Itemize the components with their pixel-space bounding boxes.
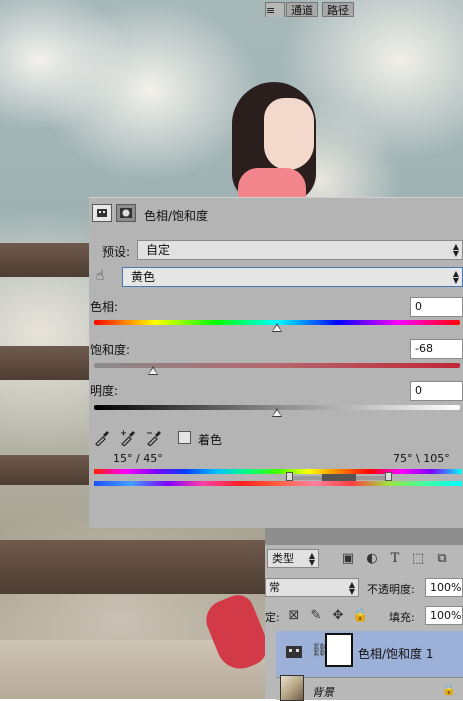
channel-value: 黄色 — [131, 270, 156, 284]
input-hue-bar — [94, 469, 462, 474]
layer-row[interactable] — [276, 677, 463, 700]
hue-value-field[interactable]: 0 — [410, 297, 463, 317]
saturation-slider-thumb[interactable] — [148, 366, 158, 375]
lightness-slider-thumb[interactable] — [272, 408, 282, 417]
tab-paths[interactable]: 路径 — [322, 2, 354, 17]
adjustment-layer-icon — [283, 643, 305, 661]
layers-panel-tabs — [265, 528, 463, 545]
hand-target-icon[interactable]: ☝ — [92, 268, 108, 284]
adjustment-icon[interactable] — [92, 204, 112, 222]
girl-face — [264, 98, 314, 170]
blend-mode-value: 常 — [269, 581, 280, 594]
preset-value: 自定 — [146, 243, 171, 257]
layer-name[interactable]: 背景 — [312, 684, 334, 700]
channel-select[interactable]: 黄色 ▲ ▼ — [122, 267, 463, 287]
saturation-value-field[interactable]: -68 — [410, 339, 463, 359]
select-arrows-icon: ▲ ▼ — [452, 269, 459, 285]
output-hue-bar — [94, 481, 462, 486]
lock-all-icon[interactable]: 🔒 — [352, 608, 368, 623]
saturation-label: 饱和度: — [90, 343, 131, 357]
range-center-block[interactable] — [322, 474, 356, 481]
lightness-value-field[interactable]: 0 — [410, 381, 463, 401]
select-arrows-icon: ▲ ▼ — [348, 580, 355, 596]
opacity-label: 不透明度: — [367, 583, 415, 596]
adjustment-filter-icon[interactable]: ◐ — [364, 551, 380, 566]
layer-mask-thumbnail[interactable] — [325, 633, 353, 667]
eyedropper-icon[interactable] — [94, 430, 110, 447]
lock-position-icon[interactable]: ✥ — [330, 608, 346, 623]
lock-label: 定: — [265, 611, 280, 624]
preset-label: 预设: — [102, 245, 131, 259]
tab-layers[interactable]: ≡ — [265, 2, 285, 17]
range-handle-left[interactable] — [286, 472, 293, 481]
fill-label: 填充: — [389, 611, 415, 624]
lightness-label: 明度: — [90, 384, 119, 398]
hue-slider-thumb[interactable] — [272, 323, 282, 332]
blend-mode-select[interactable]: 常 ▲ ▼ — [265, 578, 359, 597]
eyedropper-subtract-icon[interactable] — [146, 430, 162, 447]
girl-shirt — [238, 168, 306, 198]
fence-rail — [0, 540, 290, 594]
mask-icon[interactable] — [116, 204, 136, 222]
type-filter-icon[interactable]: T — [387, 551, 403, 566]
hue-label: 色相: — [90, 300, 119, 314]
panel-title: 色相/饱和度 — [144, 209, 209, 223]
select-arrows-icon: ▲ ▼ — [452, 242, 459, 258]
colorize-checkbox[interactable] — [178, 431, 191, 444]
range-left-label: 15° / 45° — [113, 452, 163, 465]
layer-thumbnail — [280, 675, 304, 701]
opacity-field[interactable]: 100% — [425, 578, 463, 597]
lock-pixels-icon[interactable]: ✎ — [308, 608, 324, 623]
select-arrows-icon: ▲ ▼ — [308, 551, 315, 567]
layer-name[interactable]: 色相/饱和度 1 — [358, 645, 434, 662]
fill-field[interactable]: 100% — [425, 606, 463, 625]
lock-icon: 🔒 — [442, 683, 456, 696]
shape-filter-icon[interactable]: ⬚ — [410, 551, 426, 566]
image-filter-icon[interactable]: ▣ — [340, 551, 356, 566]
lock-transparent-icon[interactable]: ⊠ — [286, 608, 302, 623]
range-right-label: 75° \ 105° — [393, 452, 450, 465]
preset-select[interactable]: 自定 ▲ ▼ — [137, 240, 463, 260]
eyedropper-add-icon[interactable] — [120, 430, 136, 447]
filter-kind-value: 类型 — [272, 552, 294, 565]
range-handle-right[interactable] — [385, 472, 392, 481]
tab-channels[interactable]: 通道 — [286, 2, 318, 17]
colorize-label: 着色 — [198, 433, 223, 447]
layer-filter-select[interactable]: 类型 ▲ ▼ — [267, 549, 319, 568]
smart-object-filter-icon[interactable]: ⧉ — [434, 551, 450, 566]
